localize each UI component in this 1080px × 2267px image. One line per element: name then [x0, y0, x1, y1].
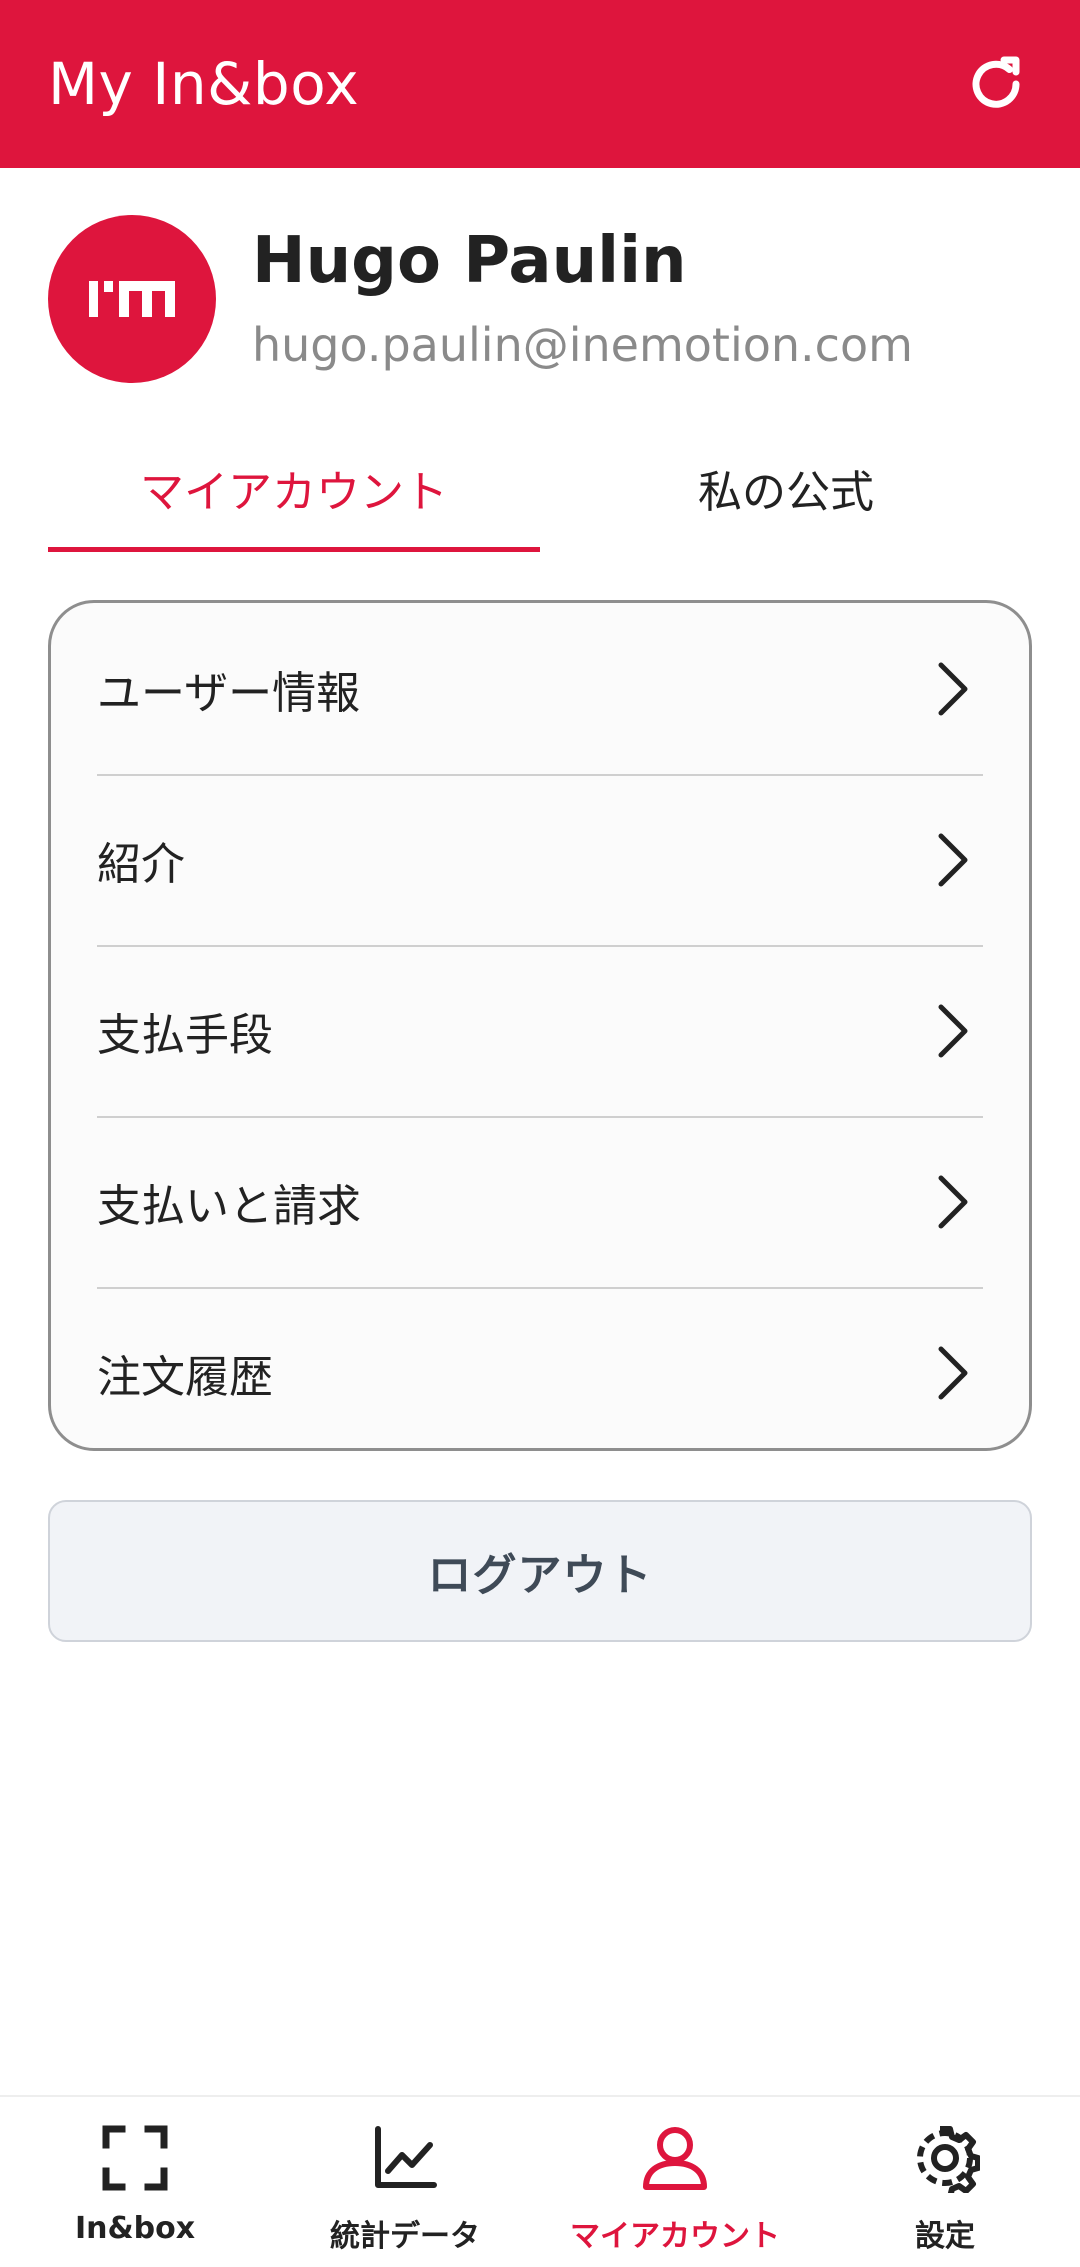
nav-label: In&box [74, 2211, 196, 2246]
menu-item-label: 紹介 [97, 838, 185, 890]
menu-item-label: 支払手段 [97, 1009, 273, 1061]
page-title: My In&box [48, 50, 360, 118]
user-icon [643, 2127, 707, 2190]
menu-item-order-history[interactable]: 注文履歴 [51, 1287, 1029, 1448]
nav-item-my-account[interactable]: マイアカウント [540, 2097, 810, 2267]
avatar [48, 215, 216, 383]
scan-frame-icon [102, 2125, 168, 2191]
profile-email: hugo.paulin@inemotion.com [252, 318, 913, 373]
chevron-right-icon [938, 1346, 968, 1399]
chart-icon [375, 2126, 437, 2188]
nav-item-inbox[interactable]: In&box [0, 2097, 270, 2267]
bottom-nav: In&box 統計データ マイアカウント 設定 [0, 2095, 1080, 2267]
menu-item-user-info[interactable]: ユーザー情報 [51, 603, 1029, 774]
nav-item-stats[interactable]: 統計データ [270, 2097, 540, 2267]
nav-label: 設定 [915, 2219, 975, 2254]
app-header: My In&box [0, 0, 1080, 168]
menu-item-label: 注文履歴 [97, 1351, 273, 1403]
chevron-right-icon [938, 833, 968, 886]
tab-my-formula[interactable]: 私の公式 [540, 430, 1032, 552]
profile-section: Hugo Paulin hugo.paulin@inemotion.com [48, 215, 913, 383]
nav-item-settings[interactable]: 設定 [810, 2097, 1080, 2267]
chevron-right-icon [938, 662, 968, 715]
tab-my-account[interactable]: マイアカウント [48, 430, 540, 552]
refresh-button[interactable] [960, 48, 1032, 120]
nav-label: 統計データ [330, 2219, 480, 2254]
gear-icon [917, 2126, 980, 2193]
im-logo-icon [89, 281, 175, 317]
menu-item-payments-billing[interactable]: 支払いと請求 [51, 1116, 1029, 1287]
menu-item-referral[interactable]: 紹介 [51, 774, 1029, 945]
app-root: My In&box Hugo Paulin hugo.paulin@inemot… [0, 0, 1080, 2267]
refresh-icon [972, 56, 1020, 108]
menu-item-payment-methods[interactable]: 支払手段 [51, 945, 1029, 1116]
menu-item-label: ユーザー情報 [97, 667, 361, 719]
profile-name: Hugo Paulin [252, 223, 687, 298]
profile-text: Hugo Paulin hugo.paulin@inemotion.com [252, 223, 913, 373]
nav-label: マイアカウント [570, 2219, 780, 2254]
tab-bar: マイアカウント 私の公式 [48, 430, 1032, 552]
chevron-right-icon [938, 1175, 968, 1228]
menu-item-label: 支払いと請求 [97, 1180, 361, 1232]
logout-button[interactable]: ログアウト [48, 1500, 1032, 1642]
account-menu-card: ユーザー情報 紹介 支払手段 支払いと請求 注文履歴 [48, 600, 1032, 1451]
chevron-right-icon [938, 1004, 968, 1057]
